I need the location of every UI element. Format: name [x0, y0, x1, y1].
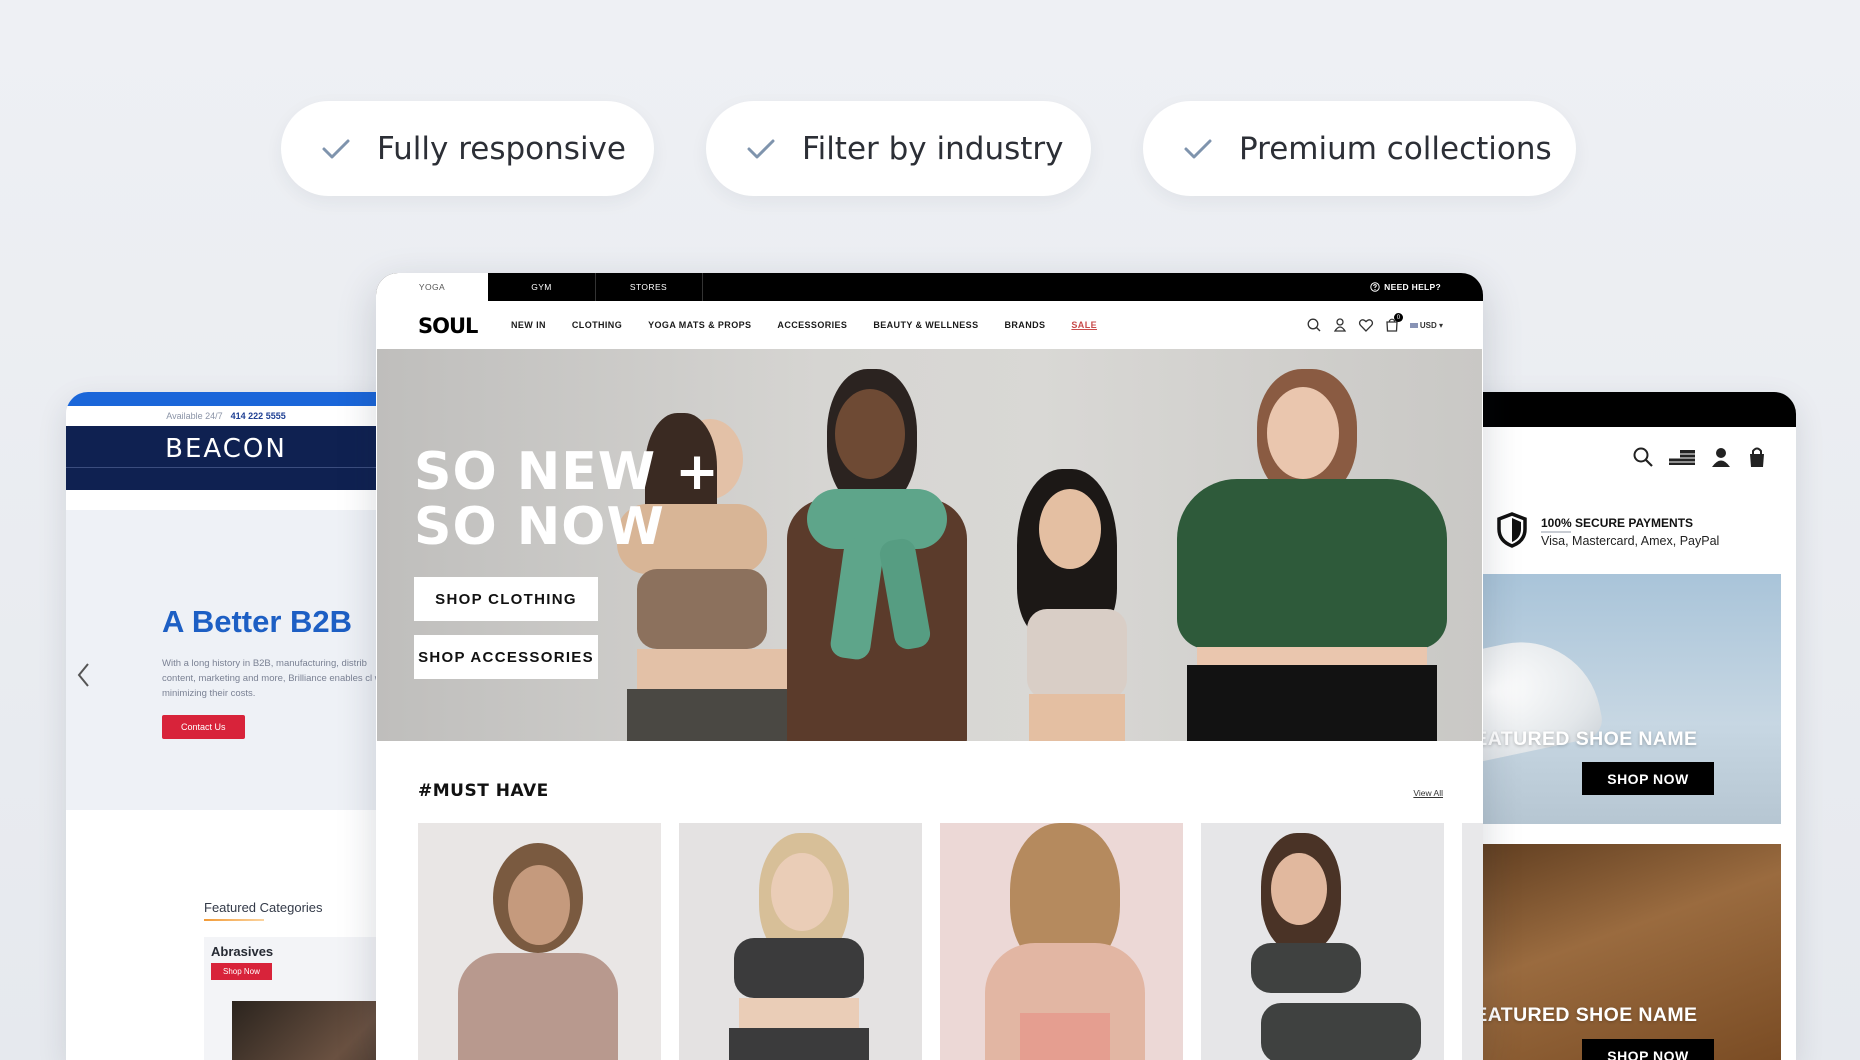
product-image	[739, 998, 859, 1028]
heading-underline	[204, 919, 264, 921]
hero-model-image	[767, 369, 997, 741]
product-image	[1251, 943, 1361, 993]
nav-item-beauty[interactable]: BEAUTY & WELLNESS	[873, 320, 978, 330]
beacon-logo[interactable]: BEACON	[165, 434, 287, 464]
payment-methods-text: Visa, Mastercard, Amex, PayPal	[1541, 534, 1720, 548]
feature-pill-industry: Filter by industry	[706, 101, 1091, 196]
need-help-link[interactable]: NEED HELP?	[1370, 273, 1441, 301]
featured-shoe-tile[interactable]: FEATURED SHOE NAME SHOP NOW	[1436, 844, 1781, 1060]
product-image	[1271, 853, 1327, 925]
hero-model-image	[1127, 369, 1482, 741]
hero-headline-line1: SO NEW +	[414, 442, 720, 502]
shop-now-button[interactable]: SHOP NOW	[1582, 1039, 1714, 1060]
product-image	[1020, 1013, 1110, 1060]
secure-payments-badge: 100% SECURE PAYMENTS Visa, Mastercard, A…	[1496, 512, 1786, 554]
beacon-hero: A Better B2B With a long history in B2B,…	[66, 510, 386, 810]
product-card[interactable]	[940, 823, 1183, 1060]
soul-hero-banner: SO NEW + SO NOW SHOP CLOTHING SHOP ACCES…	[377, 349, 1482, 741]
search-icon[interactable]	[1306, 317, 1322, 333]
view-all-link[interactable]: View All	[1413, 788, 1443, 798]
feature-label: Fully responsive	[377, 130, 626, 167]
beacon-hero-title: A Better B2B	[162, 604, 353, 639]
currency-label: USD	[1419, 320, 1437, 330]
shield-icon	[1497, 512, 1527, 548]
tab-yoga[interactable]: YOGA	[376, 273, 488, 301]
tab-gym[interactable]: GYM	[488, 273, 596, 301]
cart-icon[interactable]: 0	[1384, 313, 1403, 333]
product-image	[1261, 1003, 1421, 1060]
shoes-theme-preview: 100% SECURE PAYMENTS Visa, Mastercard, A…	[1436, 392, 1796, 1060]
hero-headline: SO NEW + SO NOW	[414, 445, 720, 555]
category-card[interactable]: Abrasives Shop Now	[204, 937, 386, 1060]
beacon-hero-text: With a long history in B2B, manufacturin…	[162, 658, 386, 699]
product-card[interactable]	[418, 823, 661, 1060]
product-card[interactable]	[1201, 823, 1444, 1060]
availability-bar: Available 24/7 414 222 5555	[66, 406, 386, 426]
category-image	[232, 1001, 386, 1060]
feature-label: Premium collections	[1239, 130, 1552, 167]
beacon-header: BEACON	[66, 426, 386, 490]
check-icon	[744, 132, 778, 166]
secure-payments-title: 100% SECURE PAYMENTS	[1541, 516, 1694, 530]
featured-shoe-tile[interactable]: FEATURED SHOE NAME SHOP NOW	[1436, 574, 1781, 824]
flag-icon[interactable]	[1668, 446, 1696, 468]
product-card[interactable]	[679, 823, 922, 1060]
featured-shoe-name: FEATURED SHOE NAME	[1462, 728, 1698, 750]
soul-theme-preview: YOGA GYM STORES NEED HELP? SOUL NEW IN C…	[376, 273, 1483, 1060]
nav-item-accessories[interactable]: ACCESSORIES	[777, 320, 847, 330]
account-icon[interactable]	[1710, 446, 1732, 468]
product-image	[508, 865, 570, 945]
nav-item-sale[interactable]: SALE	[1071, 320, 1097, 330]
currency-selector[interactable]: USD ▾	[1409, 320, 1443, 330]
featured-categories-heading: Featured Categories	[204, 900, 323, 915]
header-icons	[1632, 446, 1768, 468]
category-name: Abrasives	[211, 944, 274, 959]
feature-pill-responsive: Fully responsive	[281, 101, 654, 196]
account-icon[interactable]	[1332, 317, 1348, 333]
hero-headline-line2: SO NOW	[414, 497, 665, 557]
phone-link[interactable]: 414 222 5555	[231, 411, 286, 421]
feature-label: Filter by industry	[802, 130, 1064, 167]
nav-item-yoga-mats[interactable]: YOGA MATS & PROPS	[648, 320, 751, 330]
check-icon	[1181, 132, 1215, 166]
shop-accessories-button[interactable]: SHOP ACCESSORIES	[414, 635, 598, 679]
nav-item-new-in[interactable]: NEW IN	[511, 320, 546, 330]
header-divider	[66, 467, 386, 468]
search-icon[interactable]	[1632, 446, 1654, 468]
check-icon	[319, 132, 353, 166]
contact-us-button[interactable]: Contact Us	[162, 715, 245, 739]
beacon-theme-preview: Available 24/7 414 222 5555 BEACON A Bet…	[66, 392, 386, 1060]
store-tabs: YOGA GYM STORES NEED HELP?	[376, 273, 1483, 301]
nav-icons: 0 USD ▾	[1306, 301, 1443, 349]
chevron-left-icon[interactable]	[76, 660, 92, 690]
cart-count-badge: 0	[1393, 313, 1403, 322]
top-accent-bar	[66, 392, 386, 406]
help-icon	[1370, 282, 1380, 292]
announcement-bar	[1436, 392, 1796, 427]
need-help-label: NEED HELP?	[1384, 282, 1441, 292]
must-have-heading: #MUST HAVE	[418, 781, 549, 801]
tab-stores[interactable]: STORES	[595, 273, 703, 301]
nav-item-clothing[interactable]: CLOTHING	[572, 320, 622, 330]
product-image	[771, 853, 833, 931]
shop-now-button[interactable]: Shop Now	[211, 963, 272, 980]
product-image	[729, 1028, 869, 1060]
shop-clothing-button[interactable]: SHOP CLOTHING	[414, 577, 598, 621]
featured-shoe-name: FEATURED SHOE NAME	[1462, 1004, 1698, 1026]
flag-icon	[1409, 322, 1418, 328]
main-nav: SOUL NEW IN CLOTHING YOGA MATS & PROPS A…	[376, 301, 1483, 349]
soul-logo[interactable]: SOUL	[418, 314, 478, 338]
nav-item-brands[interactable]: BRANDS	[1005, 320, 1046, 330]
feature-pill-collections: Premium collections	[1143, 101, 1576, 196]
heart-icon[interactable]	[1358, 317, 1374, 333]
product-card[interactable]	[1462, 823, 1483, 1060]
shop-now-button[interactable]: SHOP NOW	[1582, 762, 1714, 795]
availability-text: Available 24/7	[166, 411, 223, 421]
title-underline	[1541, 531, 1571, 533]
bag-icon[interactable]	[1746, 446, 1768, 468]
product-image	[734, 938, 864, 998]
nav-menu: NEW IN CLOTHING YOGA MATS & PROPS ACCESS…	[511, 301, 1123, 349]
product-image	[458, 953, 618, 1060]
